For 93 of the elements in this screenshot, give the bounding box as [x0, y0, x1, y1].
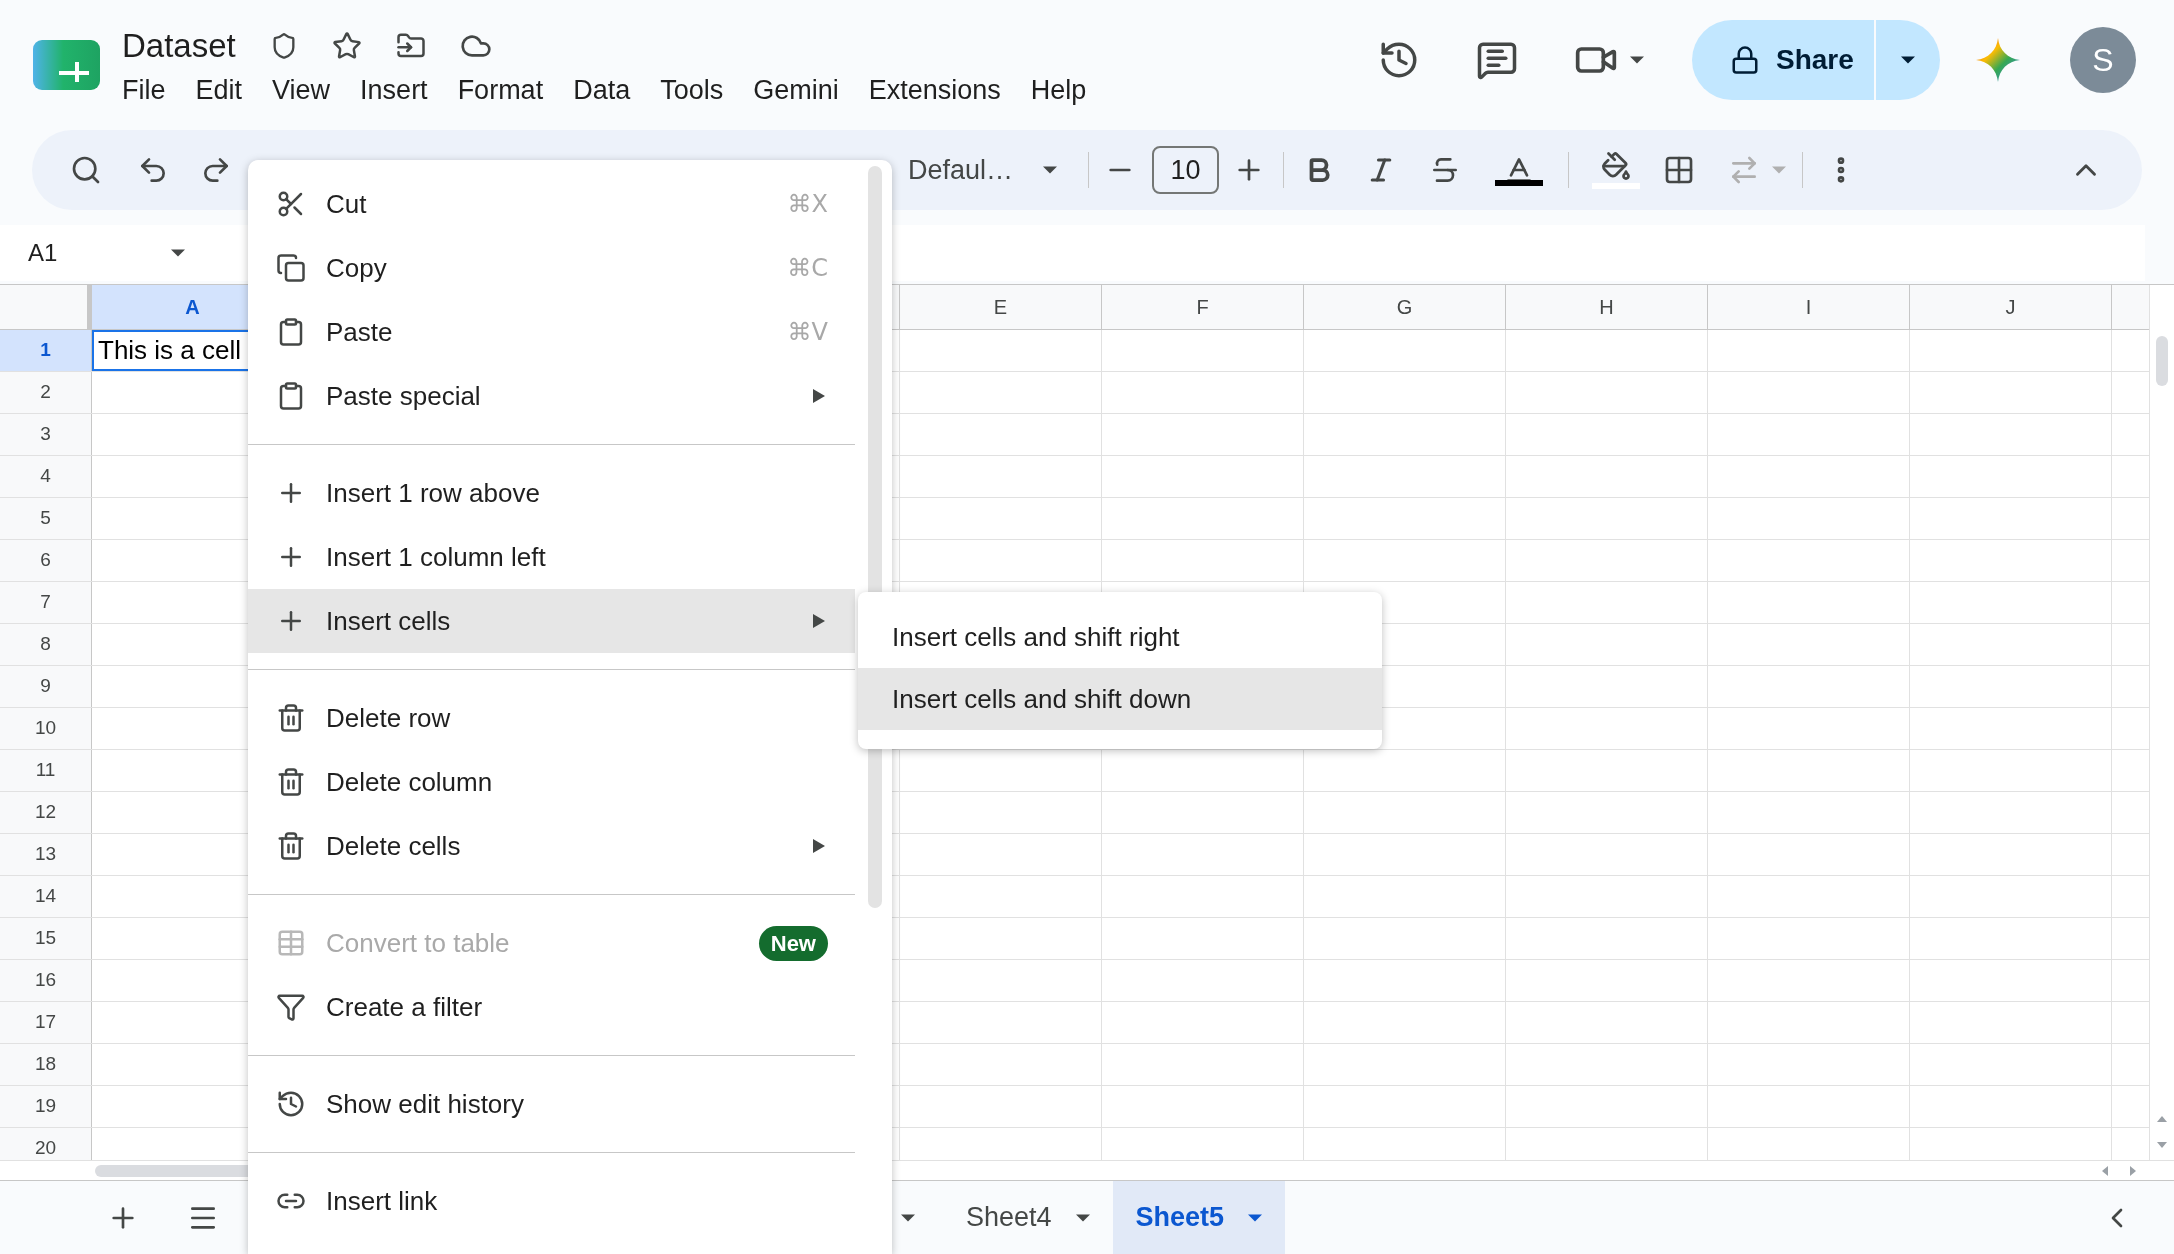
caret-icon	[1075, 1213, 1090, 1222]
column-header[interactable]: I	[1708, 285, 1910, 329]
row-header[interactable]: 6	[0, 540, 92, 581]
history-icon	[276, 1089, 306, 1119]
sheet-tab[interactable]: Sheet5	[1112, 1181, 1286, 1254]
menu-bar-item[interactable]: Edit	[195, 69, 243, 111]
row-header[interactable]: 13	[0, 834, 92, 875]
menu-item[interactable]: Insert link	[248, 1169, 855, 1233]
menu-bar-item[interactable]: Help	[1030, 69, 1087, 111]
caret-icon	[171, 249, 185, 257]
menu-bar-item[interactable]: Tools	[660, 69, 724, 111]
row-header[interactable]: 19	[0, 1086, 92, 1127]
menu-bar-item[interactable]: Format	[457, 69, 544, 111]
shortcut-label: ⌘V	[787, 317, 828, 348]
menu-item[interactable]: Insert cells and shift down	[858, 668, 1382, 730]
share-button[interactable]: Share	[1692, 20, 1874, 100]
name-box[interactable]: A1	[28, 235, 158, 271]
scroll-up-icon[interactable]	[2157, 1116, 2167, 1122]
trash-icon	[276, 703, 306, 733]
account-avatar[interactable]: S	[2070, 27, 2136, 93]
menu-item[interactable]: Create a filter	[248, 975, 855, 1039]
menu-bar-item[interactable]: File	[122, 69, 166, 111]
font-size-field[interactable]: 10	[1152, 146, 1219, 194]
trash-icon	[276, 767, 306, 797]
menu-item[interactable]: Show edit history	[248, 1072, 855, 1136]
row-header[interactable]: 3	[0, 414, 92, 455]
row-header[interactable]: 5	[0, 498, 92, 539]
caret-icon	[1772, 166, 1786, 174]
cell-text: This is a cell	[97, 334, 242, 367]
menu-bar-item[interactable]: View	[272, 69, 331, 111]
row-header[interactable]: 10	[0, 708, 92, 749]
menu-item[interactable]: Paste special	[248, 364, 855, 428]
menu-bar-item[interactable]: Gemini	[753, 69, 839, 111]
column-header[interactable]: E	[900, 285, 1102, 329]
scroll-right-icon[interactable]	[2130, 1165, 2136, 1176]
borders-icon[interactable]	[1663, 154, 1695, 186]
row-header[interactable]: 8	[0, 624, 92, 665]
menu-item[interactable]: Insert 1 column left	[248, 525, 855, 589]
star-icon[interactable]	[331, 31, 362, 61]
menu-item[interactable]: Delete row	[248, 686, 855, 750]
column-header[interactable]: G	[1304, 285, 1506, 329]
row-header[interactable]: 7	[0, 582, 92, 623]
row-header[interactable]: 17	[0, 1002, 92, 1043]
row-header[interactable]: 4	[0, 456, 92, 497]
column-header[interactable]: H	[1506, 285, 1708, 329]
table-icon	[276, 928, 306, 958]
sparkle-icon[interactable]	[1976, 38, 2020, 82]
vertical-scrollbar[interactable]	[2149, 285, 2174, 1160]
document-title[interactable]: Dataset	[122, 21, 236, 71]
search-icon[interactable]	[70, 154, 102, 186]
row-header[interactable]: 9	[0, 666, 92, 707]
sheet-tab[interactable]: Sheet4	[943, 1181, 1113, 1254]
menu-item[interactable]: Insert 1 row above	[248, 461, 855, 525]
font-dropdown[interactable]: Defaul…	[908, 149, 1057, 191]
row-header[interactable]: 18	[0, 1044, 92, 1085]
column-header[interactable]: J	[1910, 285, 2112, 329]
shortcut-label: ⌘C	[787, 253, 828, 284]
row-header[interactable]: 15	[0, 918, 92, 959]
spreadsheet-logo-icon[interactable]	[33, 40, 100, 90]
filter-icon	[276, 992, 306, 1022]
fill-color-icon[interactable]	[1592, 151, 1640, 189]
row-header[interactable]: 12	[0, 792, 92, 833]
lock-icon	[1730, 45, 1760, 75]
submenu-arrow-icon	[813, 389, 825, 403]
menu-item[interactable]: Insert cells and shift right	[858, 606, 1382, 668]
menu-bar-item[interactable]: Insert	[360, 69, 428, 111]
row-header[interactable]: 1	[0, 330, 92, 371]
row-header[interactable]: 11	[0, 750, 92, 791]
submenu-arrow-icon	[813, 614, 825, 628]
menu-bar-item[interactable]: Data	[573, 69, 631, 111]
menu-item[interactable]: Insert cells	[248, 589, 855, 653]
trash-icon	[276, 831, 306, 861]
row-header[interactable]: 14	[0, 876, 92, 917]
row-header[interactable]: 16	[0, 960, 92, 1001]
caret-icon	[1043, 166, 1057, 174]
caret-icon	[901, 1213, 915, 1222]
new-badge: New	[758, 925, 828, 961]
scrollbar-thumb[interactable]	[2156, 336, 2168, 386]
menu-bar-item[interactable]: Extensions	[868, 69, 1001, 111]
scroll-left-icon[interactable]	[2102, 1165, 2108, 1176]
menu-item[interactable]: Delete cells	[248, 814, 855, 878]
row-header[interactable]: 20	[0, 1128, 92, 1160]
caret-icon	[1630, 56, 1644, 64]
copy-icon	[276, 253, 306, 283]
caret-icon	[1901, 56, 1915, 64]
scroll-down-icon[interactable]	[2157, 1142, 2167, 1148]
shortcut-label: ⌘X	[787, 189, 828, 220]
menu-item[interactable]: Cut ⌘X	[248, 172, 855, 236]
menu-item[interactable]: Delete column	[248, 750, 855, 814]
submenu-arrow-icon	[813, 839, 825, 853]
row-header[interactable]: 2	[0, 372, 92, 413]
column-header[interactable]: F	[1102, 285, 1304, 329]
caret-icon	[1248, 1213, 1263, 1222]
